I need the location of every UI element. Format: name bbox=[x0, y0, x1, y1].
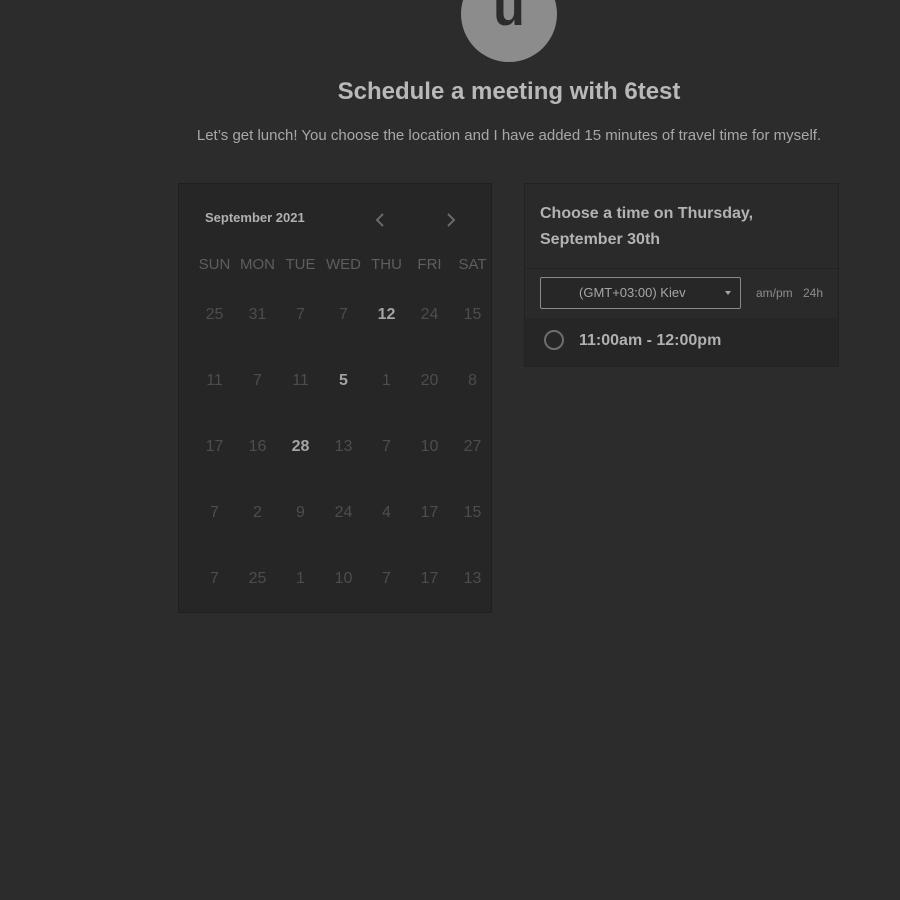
calendar-day: 7 bbox=[339, 306, 348, 323]
calendar-day: 24 bbox=[334, 504, 353, 521]
calendar-day: 7 bbox=[382, 570, 391, 587]
timezone-dropdown[interactable]: (GMT+03:00) Kiev bbox=[540, 277, 741, 309]
event-description: Let’s get lunch! You choose the location… bbox=[196, 127, 822, 144]
weekday-label: SAT bbox=[458, 256, 487, 273]
calendar-day: 9 bbox=[296, 504, 305, 521]
calendar-day: 17 bbox=[420, 504, 439, 521]
weekday-label: TUE bbox=[285, 256, 316, 273]
calendar-day: 13 bbox=[334, 438, 353, 455]
calendar-day: 17 bbox=[420, 570, 439, 587]
avatar: u bbox=[461, 0, 557, 62]
calendar-day: 7 bbox=[210, 504, 219, 521]
weekday-label: WED bbox=[326, 256, 361, 273]
weekday-label: SUN bbox=[198, 256, 231, 273]
weekday-label: MON bbox=[240, 256, 275, 273]
calendar-day: 7 bbox=[210, 570, 219, 587]
next-month-button[interactable] bbox=[439, 208, 463, 232]
calendar-day: 25 bbox=[205, 306, 224, 323]
calendar-day: 20 bbox=[420, 372, 439, 389]
calendar-day: 4 bbox=[382, 504, 391, 521]
chevron-right-icon bbox=[447, 213, 456, 227]
24h-format-toggle[interactable]: 24h bbox=[803, 286, 823, 300]
caret-down-icon bbox=[725, 291, 731, 295]
calendar-day-grid: 25 31 7 7 12 24 15 11 7 11 5 1 20 8 17 16 28 13 7 10 27 7 2 9 24… bbox=[193, 282, 493, 612]
calendar-day: 25 bbox=[248, 570, 267, 587]
timezone-value: (GMT+03:00) Kiev bbox=[579, 285, 686, 300]
time-selection-panel: Choose a time on Thursday, September 30t… bbox=[524, 183, 839, 367]
calendar-month-label: September 2021 bbox=[205, 210, 305, 225]
time-slot-label: 11:00am - 12:00pm bbox=[579, 332, 722, 349]
weekday-label: FRI bbox=[417, 256, 442, 273]
weekday-label: THU bbox=[371, 256, 402, 273]
previous-month-button[interactable] bbox=[368, 208, 392, 232]
calendar-day: 24 bbox=[420, 306, 439, 323]
calendar-day: 31 bbox=[248, 306, 267, 323]
calendar-day-available[interactable]: 5 bbox=[322, 348, 365, 414]
radio-button[interactable] bbox=[544, 330, 564, 350]
booking-page: u Schedule a meeting with 6test Let’s ge… bbox=[0, 0, 900, 900]
calendar-day: 11 bbox=[206, 372, 223, 389]
calendar-day: 15 bbox=[463, 504, 482, 521]
calendar-day: 1 bbox=[382, 372, 391, 389]
calendar-day: 2 bbox=[253, 504, 262, 521]
weekday-header: SUN MON TUE WED THU FRI SAT bbox=[193, 256, 493, 273]
calendar-day-available[interactable]: 12 bbox=[365, 282, 408, 348]
calendar-day: 27 bbox=[463, 438, 482, 455]
page-title: Schedule a meeting with 6test bbox=[337, 78, 681, 105]
calendar-day: 17 bbox=[205, 438, 224, 455]
time-slot-option[interactable]: 11:00am - 12:00pm bbox=[525, 318, 838, 366]
calendar-day: 16 bbox=[248, 438, 267, 455]
divider bbox=[525, 268, 838, 269]
ampm-format-toggle[interactable]: am/pm bbox=[756, 286, 793, 300]
calendar-day: 7 bbox=[253, 372, 262, 389]
calendar-day: 7 bbox=[296, 306, 305, 323]
calendar-day: 13 bbox=[463, 570, 482, 587]
chevron-left-icon bbox=[375, 213, 384, 227]
calendar-panel: September 2021 SUN MON TUE WED THU FRI S… bbox=[178, 183, 492, 613]
calendar-day: 8 bbox=[468, 372, 477, 389]
calendar-day: 10 bbox=[420, 438, 439, 455]
calendar-day: 15 bbox=[463, 306, 482, 323]
calendar-day: 7 bbox=[382, 438, 391, 455]
calendar-day-available[interactable]: 28 bbox=[279, 414, 322, 480]
calendar-day: 1 bbox=[296, 570, 305, 587]
selected-date-heading: Choose a time on Thursday, September 30t… bbox=[540, 205, 754, 248]
calendar-day: 11 bbox=[292, 372, 309, 389]
calendar-day: 10 bbox=[334, 570, 353, 587]
